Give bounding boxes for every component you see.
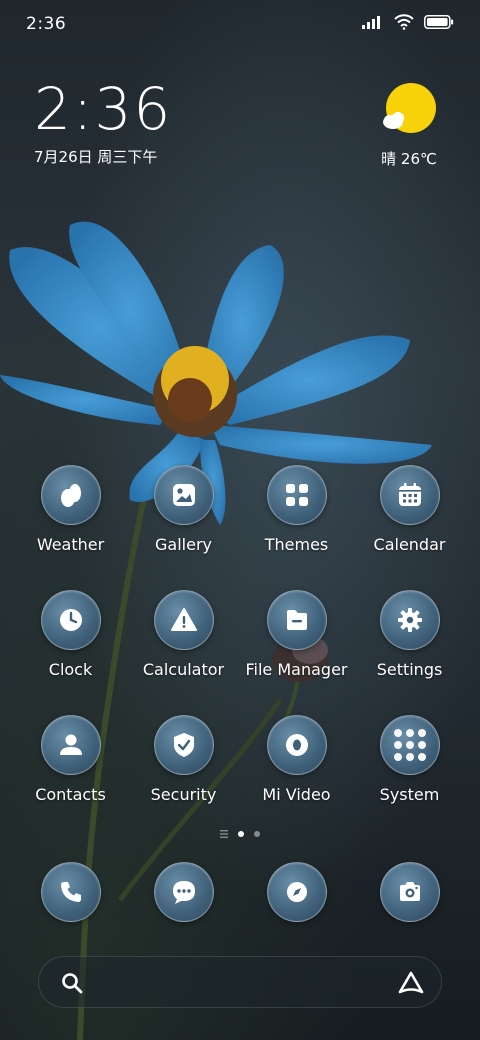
app-system-folder[interactable]: System bbox=[353, 715, 466, 804]
app-label: Clock bbox=[48, 660, 93, 679]
app-weather[interactable]: Weather bbox=[14, 465, 127, 554]
app-calculator[interactable]: Calculator bbox=[127, 590, 240, 679]
clock-widget[interactable]: 2:36 7月26日 周三下午 bbox=[34, 80, 172, 167]
app-label: Gallery bbox=[155, 535, 212, 554]
app-themes[interactable]: Themes bbox=[240, 465, 353, 554]
page-dot-active[interactable] bbox=[238, 831, 244, 837]
dock bbox=[14, 862, 466, 924]
app-settings[interactable]: Settings bbox=[353, 590, 466, 679]
app-label: File Manager bbox=[245, 660, 348, 679]
folder-grid-icon bbox=[393, 729, 426, 761]
app-contacts[interactable]: Contacts bbox=[14, 715, 127, 804]
shield-icon bbox=[173, 733, 194, 757]
weather-icon bbox=[60, 484, 81, 507]
app-label: Mi Video bbox=[262, 785, 331, 804]
app-label: Settings bbox=[376, 660, 443, 679]
browser-icon bbox=[286, 882, 307, 902]
search-bar[interactable] bbox=[38, 956, 442, 1008]
app-label: Weather bbox=[36, 535, 105, 554]
folder-icon bbox=[286, 610, 307, 630]
wifi-icon bbox=[394, 14, 414, 30]
app-security[interactable]: Security bbox=[127, 715, 240, 804]
app-file-manager[interactable]: File Manager bbox=[240, 590, 353, 679]
assistant-icon[interactable] bbox=[397, 970, 425, 996]
dock-messages[interactable] bbox=[127, 862, 240, 922]
dock-browser[interactable] bbox=[240, 862, 353, 922]
status-icons bbox=[362, 14, 454, 30]
calendar-icon bbox=[398, 483, 421, 506]
app-label: Calendar bbox=[373, 535, 446, 554]
status-time: 2:36 bbox=[26, 14, 67, 34]
clock-icon bbox=[59, 609, 82, 631]
app-label: Security bbox=[150, 785, 217, 804]
app-label: Calculator bbox=[142, 660, 225, 679]
app-mi-video[interactable]: Mi Video bbox=[240, 715, 353, 804]
menu-lines-icon bbox=[220, 830, 228, 838]
weather-widget[interactable]: 晴 26℃ bbox=[374, 82, 444, 169]
search-icon bbox=[62, 973, 83, 994]
battery-icon bbox=[424, 15, 454, 29]
signal-icon bbox=[362, 16, 380, 29]
dock-camera[interactable] bbox=[353, 862, 466, 922]
app-label: Themes bbox=[264, 535, 329, 554]
page-indicator[interactable] bbox=[0, 830, 480, 838]
app-label: System bbox=[379, 785, 440, 804]
camera-icon bbox=[399, 882, 420, 901]
app-label: Contacts bbox=[35, 785, 106, 804]
app-gallery[interactable]: Gallery bbox=[127, 465, 240, 554]
app-clock[interactable]: Clock bbox=[14, 590, 127, 679]
page-dot[interactable] bbox=[254, 831, 260, 837]
phone-icon bbox=[60, 882, 81, 902]
video-icon bbox=[285, 734, 308, 756]
contacts-icon bbox=[59, 734, 82, 755]
dock-phone[interactable] bbox=[14, 862, 127, 922]
weather-temperature: 晴 26℃ bbox=[381, 150, 437, 168]
themes-icon bbox=[285, 484, 308, 506]
widget-date: 7月26日 周三下午 bbox=[34, 148, 158, 166]
widget-time: 2:36 bbox=[34, 75, 173, 143]
sunny-cloud-icon bbox=[383, 83, 436, 133]
calculator-icon bbox=[170, 608, 197, 631]
app-calendar[interactable]: Calendar bbox=[353, 465, 466, 554]
status-bar: 2:36 bbox=[0, 0, 480, 50]
messages-icon bbox=[172, 881, 195, 904]
gallery-icon bbox=[172, 484, 195, 506]
gear-icon bbox=[397, 608, 422, 632]
